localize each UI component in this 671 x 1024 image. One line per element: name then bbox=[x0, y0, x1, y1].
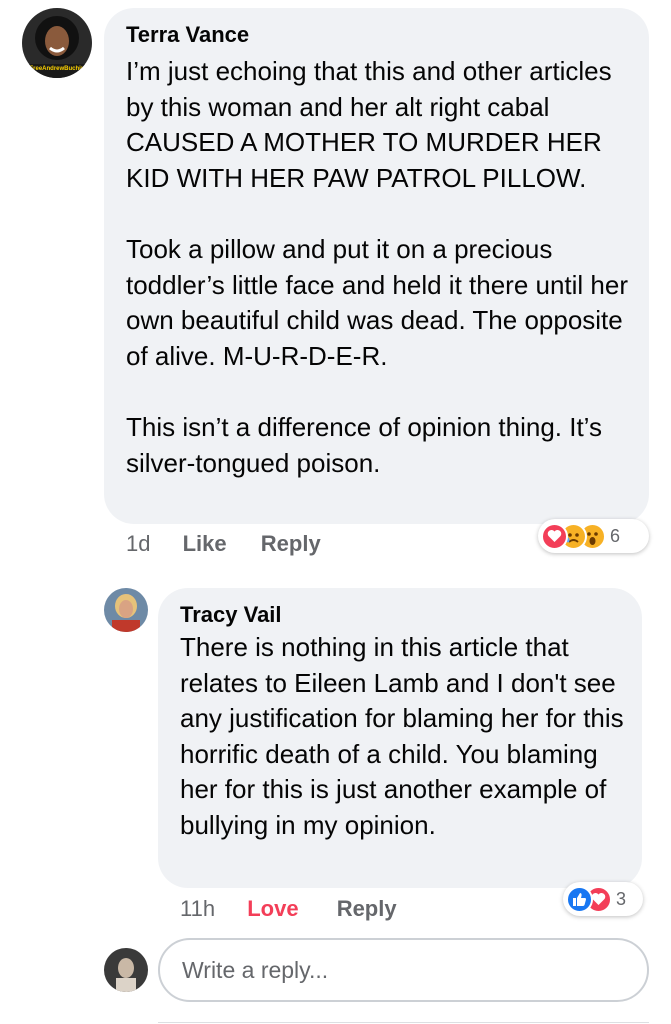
reply-input[interactable]: Write a reply... bbox=[158, 938, 649, 1002]
comment-text: I’m just echoing that this and other art… bbox=[126, 56, 629, 478]
comment-author[interactable]: Terra Vance bbox=[126, 22, 249, 48]
avatar[interactable] bbox=[104, 588, 148, 632]
reply-button[interactable]: Reply bbox=[337, 896, 397, 921]
reaction-count: 3 bbox=[616, 888, 627, 909]
comment-actions: 11h Love Reply bbox=[180, 896, 397, 922]
comment-author[interactable]: Tracy Vail bbox=[180, 602, 282, 628]
love-button[interactable]: Love bbox=[247, 896, 298, 921]
comment-bubble: Terra Vance I’m just echoing that this a… bbox=[104, 8, 649, 524]
reaction-count: 6 bbox=[610, 525, 621, 546]
reply-placeholder: Write a reply... bbox=[182, 956, 329, 983]
comment-actions: 1d Like Reply bbox=[126, 531, 321, 557]
avatar bbox=[104, 948, 148, 992]
profile-photo bbox=[104, 948, 148, 992]
reaction-summary[interactable]: 3 bbox=[563, 882, 643, 916]
comment-text: There is nothing in this article that re… bbox=[180, 632, 624, 840]
comment-timestamp[interactable]: 1d bbox=[126, 531, 150, 556]
divider bbox=[158, 1022, 649, 1023]
comment-timestamp[interactable]: 11h bbox=[180, 896, 215, 921]
avatar[interactable]: #FreeAndrewBuchina bbox=[22, 8, 92, 78]
avatar-badge-text: #FreeAndrewBuchina bbox=[26, 66, 88, 72]
comment-bubble: Tracy Vail There is nothing in this arti… bbox=[158, 588, 642, 888]
reply-button[interactable]: Reply bbox=[261, 531, 321, 556]
reaction-summary[interactable]: 6 bbox=[538, 519, 649, 553]
like-button[interactable]: Like bbox=[183, 531, 227, 556]
profile-photo bbox=[104, 588, 148, 632]
love-icon bbox=[541, 522, 568, 550]
like-icon bbox=[566, 885, 593, 913]
